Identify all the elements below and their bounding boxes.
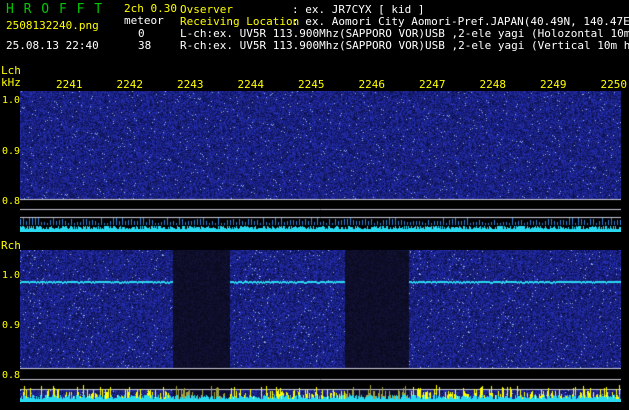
datetime: 25.08.13 22:40	[6, 39, 99, 52]
lch-tick-label-0-9: 0.9	[2, 146, 21, 157]
meteor-label: meteor	[124, 14, 164, 27]
lch-tick-label-0-8: 0.8	[2, 196, 21, 207]
location-label: Receiving Location	[180, 15, 300, 28]
app-brand: H R O F F T	[6, 2, 104, 17]
time-axis-label: 2247	[419, 78, 446, 91]
rch-tick-label-1-0: 1.0	[2, 270, 21, 281]
rch-description: R-ch:ex. UV5R 113.900Mhz(SAPPORO VOR)USB…	[180, 40, 629, 52]
time-axis-label: 2246	[358, 78, 386, 91]
time-axis-label: 2249	[540, 78, 567, 91]
time-axis-label: 2250	[600, 78, 628, 91]
time-axis-label: 2242	[116, 78, 144, 91]
rch-tick-label-0-9: 0.9	[2, 320, 21, 331]
time-axis-label: 2245	[298, 78, 325, 91]
time-axis-label: 2248	[479, 78, 507, 91]
file-name: 2508132240.png	[6, 19, 99, 32]
rch-title: Rch	[1, 239, 21, 252]
lch-unit: kHz	[1, 76, 21, 89]
lch-tick-label-1-0: 1.0	[2, 95, 21, 106]
meteor-count-rch: 38	[138, 39, 152, 52]
lch-description: L-ch:ex. UV5R 113.900Mhz(SAPPORO VOR)USB…	[180, 28, 629, 40]
time-axis-label: 2243	[177, 78, 204, 91]
lch-waterfall	[20, 91, 621, 232]
rch-waterfall	[20, 250, 621, 402]
location-value: : ex. Aomori City Aomori-Pref.JAPAN(40.4…	[292, 15, 629, 28]
time-axis-label: 2241	[56, 78, 83, 91]
time-axis-label: 2244	[237, 78, 265, 91]
rch-tick-label-0-8: 0.8	[2, 370, 21, 381]
